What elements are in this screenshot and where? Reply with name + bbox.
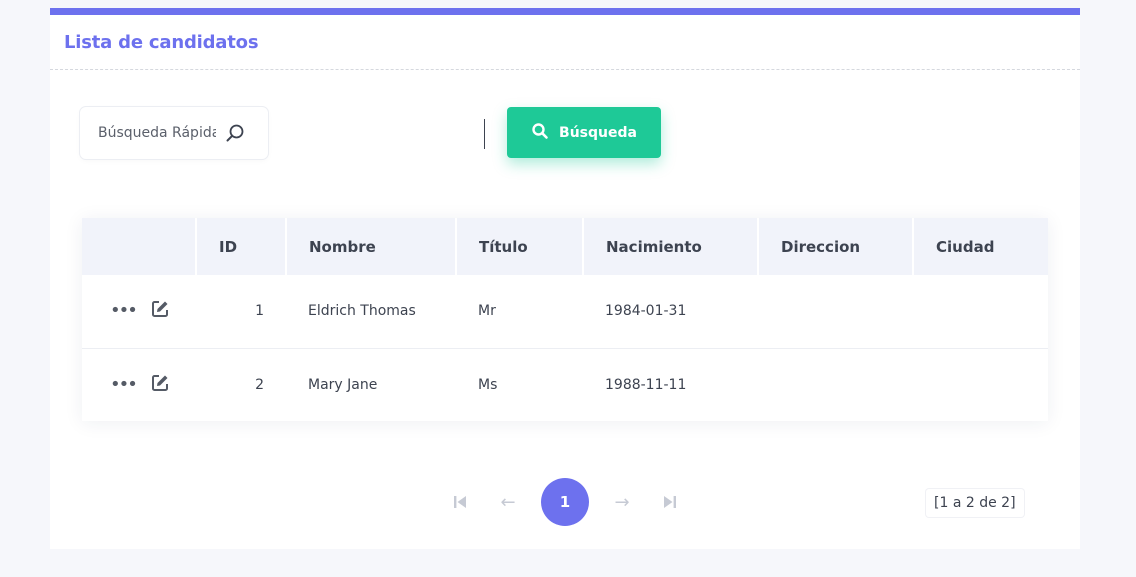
toolbar-divider [484,119,485,149]
pagination-summary: [1 a 2 de 2] [926,489,1024,517]
first-page-icon[interactable] [445,487,475,517]
quick-search-input[interactable] [98,125,216,141]
col-ciudad[interactable]: Ciudad [913,218,1048,275]
col-direccion[interactable]: Direccion [758,218,914,275]
cell-id: 2 [196,347,286,421]
edit-icon[interactable] [150,299,170,323]
search-icon [531,122,549,144]
table-row[interactable]: ••• 1 Eldrich Thomas Mr 1984-01-31 [82,275,1048,348]
cell-nacimiento: 1984-01-31 [605,303,687,320]
more-icon[interactable]: ••• [110,375,138,394]
row-actions: ••• [104,299,174,323]
col-nacimiento[interactable]: Nacimiento [583,218,759,275]
current-page-button[interactable]: 1 [541,478,589,526]
col-titulo[interactable]: Título [456,218,584,275]
cell-nombre: Mary Jane [286,347,456,421]
search-button[interactable]: Búsqueda [507,107,661,158]
row-actions-cell: ••• [82,275,196,348]
row-actions-cell: ••• [82,347,196,421]
table-header-row: ID Nombre Título Nacimiento Direccion Ci… [82,218,1048,275]
cell-nacimiento: 1988-11-11 [583,347,758,421]
col-id[interactable]: ID [196,218,287,275]
col-actions [82,218,197,275]
page-title: Lista de candidatos [64,31,259,53]
col-nombre[interactable]: Nombre [286,218,457,275]
search-icon[interactable] [224,122,246,144]
cell-titulo: Mr [478,303,496,320]
candidates-card: Lista de candidatos Búsqueda Rápida Búsq… [50,8,1080,549]
cell-titulo: Ms [456,347,583,421]
candidates-table: ID Nombre Título Nacimiento Direccion Ci… [82,218,1048,421]
last-page-icon[interactable] [655,487,685,517]
search-button-label: Búsqueda [559,124,637,141]
cell-id: 1 [255,303,264,320]
card-header: Lista de candidatos [50,15,1080,70]
more-icon[interactable]: ••• [110,302,138,320]
cell-nombre: Eldrich Thomas [308,303,416,320]
table-row[interactable]: ••• 2 Mary Jane Ms 1988-11-11 [82,347,1048,421]
cell-ciudad [913,275,1048,348]
next-page-icon[interactable]: → [607,487,637,517]
prev-page-icon[interactable]: ← [493,487,523,517]
pagination: ← 1 → [445,478,685,526]
cell-direccion [758,347,913,421]
row-actions: ••• [104,373,174,397]
cell-direccion [758,275,913,348]
toolbar: Búsqueda [80,107,680,159]
quick-search-box[interactable] [80,107,268,159]
edit-icon[interactable] [150,373,170,397]
cell-ciudad [913,347,1048,421]
